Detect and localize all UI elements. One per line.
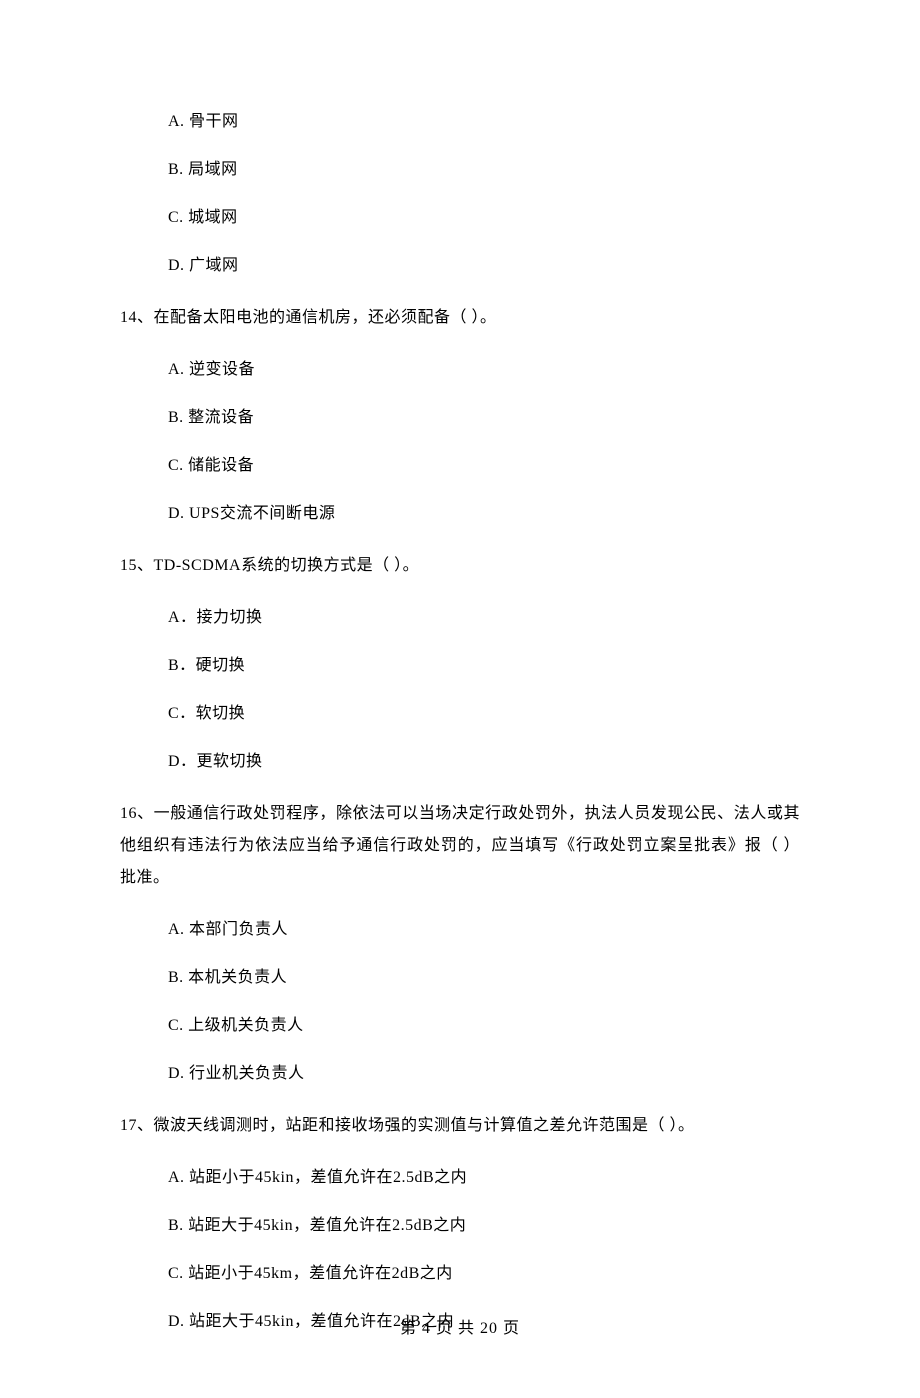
q17-text: 17、微波天线调测时，站距和接收场强的实测值与计算值之差允许范围是（ ）。 <box>120 1110 800 1142</box>
q16-option-d: D. 行业机关负责人 <box>168 1062 800 1086</box>
q15-option-c: C．软切换 <box>168 702 800 726</box>
q15-option-b: B．硬切换 <box>168 654 800 678</box>
q13-option-b: B. 局域网 <box>168 158 800 182</box>
q13-option-d: D. 广域网 <box>168 254 800 278</box>
q14-text: 14、在配备太阳电池的通信机房，还必须配备（ ）。 <box>120 302 800 334</box>
q14-option-c: C. 储能设备 <box>168 454 800 478</box>
q13-option-a: A. 骨干网 <box>168 110 800 134</box>
q14-option-a: A. 逆变设备 <box>168 358 800 382</box>
q16-option-a: A. 本部门负责人 <box>168 918 800 942</box>
page-content: A. 骨干网 B. 局域网 C. 城域网 D. 广域网 14、在配备太阳电池的通… <box>0 0 920 1398</box>
q16-option-b: B. 本机关负责人 <box>168 966 800 990</box>
q14-option-b: B. 整流设备 <box>168 406 800 430</box>
q17-option-b: B. 站距大于45kin，差值允许在2.5dB之内 <box>168 1214 800 1238</box>
q17-option-c: C. 站距小于45km，差值允许在2dB之内 <box>168 1262 800 1286</box>
q13-option-c: C. 城域网 <box>168 206 800 230</box>
q15-text: 15、TD-SCDMA系统的切换方式是（ ）。 <box>120 550 800 582</box>
q16-option-c: C. 上级机关负责人 <box>168 1014 800 1038</box>
q14-option-d: D. UPS交流不间断电源 <box>168 502 800 526</box>
q15-option-d: D．更软切换 <box>168 750 800 774</box>
q16-text: 16、一般通信行政处罚程序，除依法可以当场决定行政处罚外，执法人员发现公民、法人… <box>120 798 800 894</box>
q15-option-a: A．接力切换 <box>168 606 800 630</box>
page-footer: 第 4 页 共 20 页 <box>0 1314 920 1338</box>
q17-option-a: A. 站距小于45kin，差值允许在2.5dB之内 <box>168 1166 800 1190</box>
